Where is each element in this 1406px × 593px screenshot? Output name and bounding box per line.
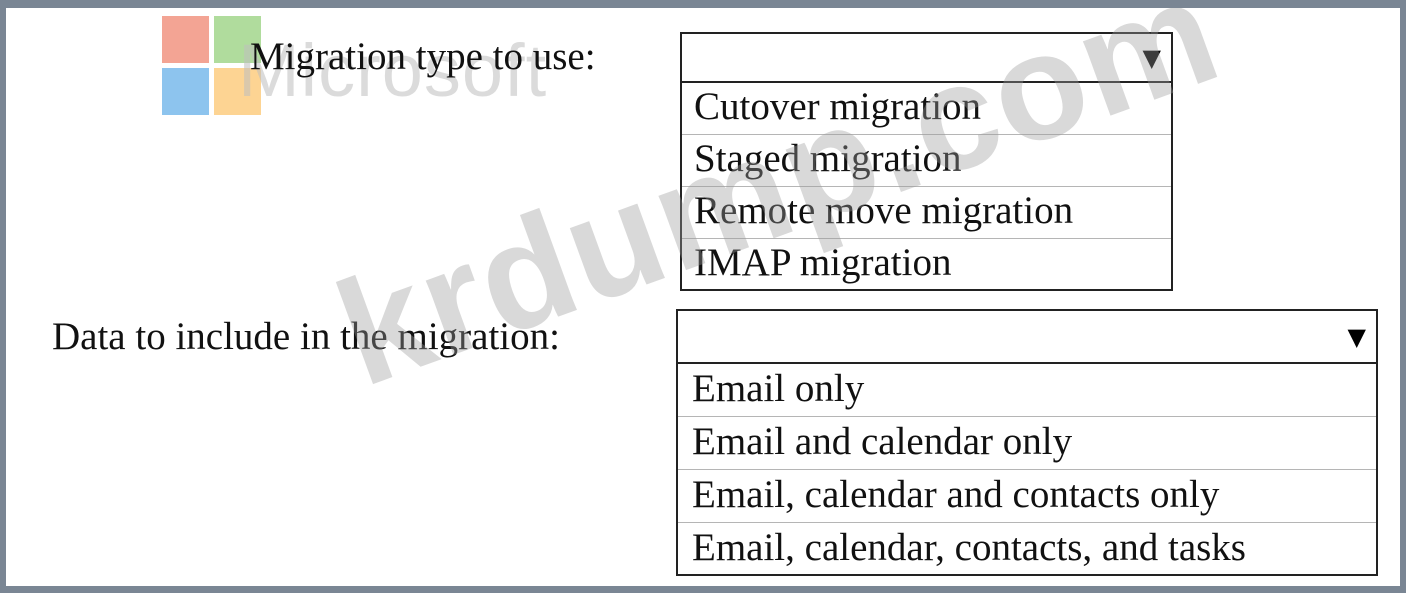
- answer-area-frame: Microsoft Migration type to use: ▼ Cutov…: [6, 8, 1400, 586]
- data-to-include-dropdown[interactable]: ▼: [676, 309, 1378, 364]
- option-email-and-calendar-only[interactable]: Email and calendar only: [678, 417, 1376, 470]
- option-email-only[interactable]: Email only: [678, 364, 1376, 417]
- logo-red-square: [162, 16, 209, 63]
- data-to-include-options: Email only Email and calendar only Email…: [676, 364, 1378, 576]
- option-email-calendar-contacts-tasks[interactable]: Email, calendar, contacts, and tasks: [678, 523, 1376, 576]
- migration-type-label: Migration type to use:: [250, 35, 596, 78]
- triangle-down-icon[interactable]: ▼: [1348, 325, 1366, 349]
- logo-blue-square: [162, 68, 209, 115]
- option-email-calendar-contacts-only[interactable]: Email, calendar and contacts only: [678, 470, 1376, 523]
